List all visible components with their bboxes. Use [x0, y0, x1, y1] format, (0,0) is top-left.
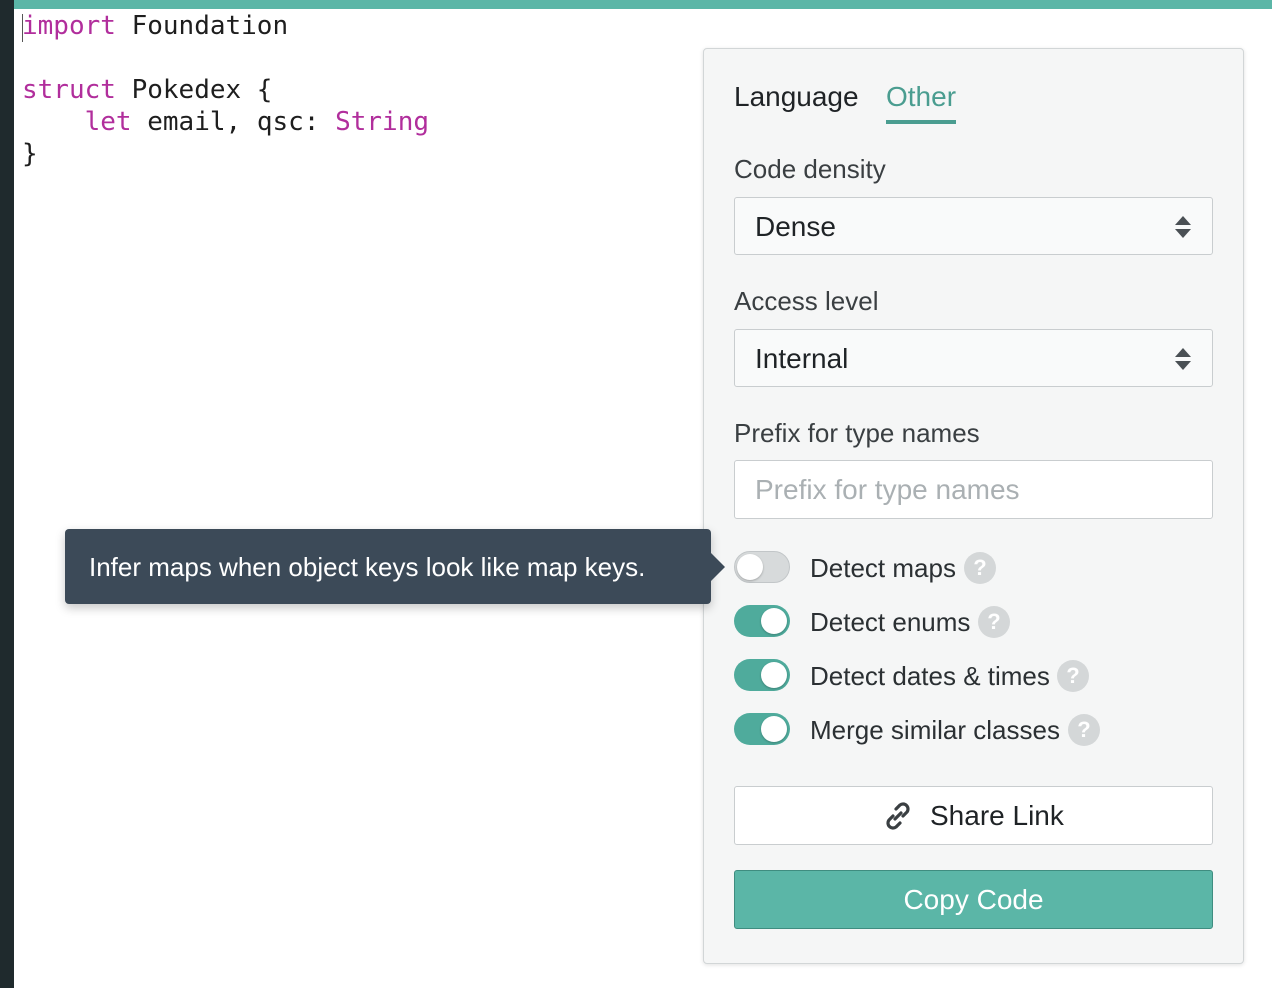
toggle-knob [737, 554, 763, 580]
code-text: email, qsc: [131, 107, 336, 137]
share-link-button[interactable]: Share Link [734, 786, 1213, 845]
toggle-label: Detect enums [810, 607, 971, 637]
question-icon[interactable]: ? [978, 606, 1010, 638]
tab-language[interactable]: Language [734, 80, 859, 114]
toggle-switch[interactable] [734, 713, 790, 745]
copy-code-button[interactable]: Copy Code [734, 870, 1213, 929]
code-editor[interactable]: import Foundation struct Pokedex { let em… [22, 10, 429, 170]
active-tab-indicator [886, 120, 956, 124]
prefix-input[interactable] [734, 460, 1213, 519]
code-line: } [22, 138, 429, 170]
toggle-switch[interactable] [734, 659, 790, 691]
access-level-label: Access level [734, 286, 879, 316]
toggle-label: Merge similar classes [810, 715, 1060, 745]
code-density-select[interactable]: Dense [734, 197, 1213, 255]
tooltip: Infer maps when object keys look like ma… [65, 529, 711, 604]
top-accent-bar [0, 0, 1272, 9]
toggle-knob [761, 608, 787, 634]
code-text: } [22, 139, 38, 169]
select-arrows-icon [1175, 348, 1191, 370]
link-icon [886, 802, 910, 830]
question-icon[interactable]: ? [964, 552, 996, 584]
code-line: let email, qsc: String [22, 106, 429, 138]
text-caret [22, 14, 23, 42]
code-keyword: import [22, 11, 116, 41]
toggle-switch[interactable] [734, 605, 790, 637]
tooltip-arrow [711, 553, 725, 581]
toggle-label: Detect maps [810, 553, 956, 583]
code-density-value: Dense [755, 211, 836, 242]
app-window: import Foundation struct Pokedex { let em… [0, 0, 1272, 988]
toggle-knob [761, 662, 787, 688]
code-keyword: let [84, 107, 132, 137]
copy-code-label: Copy Code [903, 884, 1044, 915]
code-line: struct Pokedex { [22, 74, 429, 106]
code-text: Pokedex { [115, 75, 273, 105]
toggle-knob [761, 716, 787, 742]
prefix-label: Prefix for type names [734, 418, 980, 448]
toggle-switch[interactable] [734, 551, 790, 583]
code-keyword: String [335, 107, 430, 137]
question-icon[interactable]: ? [1057, 660, 1089, 692]
toggle-label: Detect dates & times [810, 661, 1050, 691]
code-keyword: struct [22, 75, 116, 105]
tab-other[interactable]: Other [886, 80, 956, 114]
tooltip-text: Infer maps when object keys look like ma… [89, 552, 646, 582]
code-text: Foundation [115, 11, 289, 41]
access-level-select[interactable]: Internal [734, 329, 1213, 387]
access-level-value: Internal [755, 343, 849, 374]
question-icon[interactable]: ? [1068, 714, 1100, 746]
code-line: import Foundation [22, 10, 429, 42]
select-arrows-icon [1175, 216, 1191, 238]
editor-gutter [0, 0, 14, 988]
share-link-label: Share Link [930, 800, 1064, 831]
code-density-label: Code density [734, 154, 886, 184]
